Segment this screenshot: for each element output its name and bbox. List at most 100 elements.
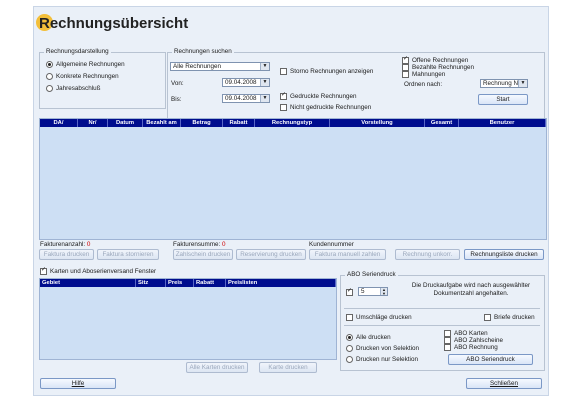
radio-indicator[interactable] bbox=[46, 73, 53, 80]
von-date-select[interactable]: 09.04.2008 ▼ bbox=[222, 78, 270, 87]
column-header[interactable]: Rabatt bbox=[194, 279, 226, 287]
drucken-nur-selektion-label: Drucken nur Selektion bbox=[356, 356, 418, 364]
abo-rechnung-checkbox[interactable]: ABO Rechnung bbox=[444, 344, 498, 351]
chevron-down-icon[interactable]: ▼ bbox=[260, 95, 269, 102]
rechnungstyp-select[interactable]: Alle Rechnungen ▼ bbox=[170, 62, 270, 71]
column-header[interactable]: Gebiet bbox=[40, 279, 136, 287]
abo-count-value: 5 bbox=[361, 288, 365, 295]
radio-indicator[interactable] bbox=[346, 334, 353, 341]
bis-date-value: 09.04.2008 bbox=[225, 95, 257, 102]
radio-indicator[interactable] bbox=[46, 61, 53, 68]
column-header[interactable]: Preislisten bbox=[226, 279, 336, 287]
checkbox-indicator[interactable] bbox=[402, 57, 409, 64]
checkbox-indicator[interactable] bbox=[444, 337, 451, 344]
kundennummer-label: Kundennummer bbox=[309, 241, 354, 248]
column-header[interactable]: Rabatt bbox=[223, 119, 255, 127]
chevron-down-icon[interactable]: ▼ bbox=[518, 80, 527, 87]
bis-label: Bis: bbox=[171, 96, 182, 103]
checkbox-indicator[interactable] bbox=[444, 330, 451, 337]
rechnungsuebersicht-window: Rechnungsübersicht Rechnungsdarstellung … bbox=[33, 6, 549, 396]
rechnung-unkorr-button[interactable]: Rechnung unkorr. bbox=[395, 249, 460, 260]
alle-karten-drucken-button[interactable]: Alle Karten drucken bbox=[186, 362, 248, 373]
checkbox-indicator[interactable] bbox=[280, 93, 287, 100]
storno-label: Storno Rechnungen anzeigen bbox=[290, 68, 374, 76]
column-header[interactable]: Nr/ bbox=[78, 119, 108, 127]
radio-drucken-nur-selektion[interactable]: Drucken nur Selektion bbox=[346, 356, 418, 363]
briefe-label: Briefe drucken bbox=[494, 314, 535, 322]
checkbox-indicator[interactable] bbox=[484, 314, 491, 321]
radio-indicator[interactable] bbox=[46, 85, 53, 92]
start-button[interactable]: Start bbox=[478, 94, 528, 105]
fakturenanzahl-label: Fakturenanzahl: bbox=[40, 241, 86, 248]
abo-rechnung-label: ABO Rechnung bbox=[454, 344, 498, 352]
radio-drucken-von-selektion[interactable]: Drucken von Selektion bbox=[346, 345, 419, 352]
checkbox-indicator[interactable] bbox=[40, 268, 47, 275]
ordnen-select-value: Rechnung Nr. bbox=[483, 80, 522, 87]
chevron-down-icon[interactable]: ▼ bbox=[260, 79, 269, 86]
gedruckte-label: Gedruckte Rechnungen bbox=[290, 93, 357, 101]
rechnungsliste-drucken-button[interactable]: Rechnungsliste drucken bbox=[464, 249, 544, 260]
abo-seriendruck-button[interactable]: ABO Seriendruck bbox=[448, 354, 533, 365]
radio-jahresabschluss[interactable]: Jahresabschluß bbox=[46, 85, 100, 92]
radio-konkrete-label: Konkrete Rechnungen bbox=[56, 73, 119, 81]
column-header[interactable]: Betrag bbox=[181, 119, 223, 127]
abo-seriendruck-group: ABO Seriendruck 5 ▲▼ Die Druckaufgabe wi… bbox=[340, 271, 545, 371]
radio-indicator[interactable] bbox=[346, 356, 353, 363]
column-header[interactable]: Rechnungstyp bbox=[255, 119, 330, 127]
reservierung-drucken-button[interactable]: Reservierung drucken bbox=[236, 249, 306, 260]
column-header[interactable]: Gesamt bbox=[425, 119, 459, 127]
rechnungsdarstellung-group: Rechnungsdarstellung Allgemeine Rechnung… bbox=[39, 48, 166, 109]
nicht-gedruckte-label: Nicht gedruckte Rechnungen bbox=[290, 104, 372, 112]
radio-konkrete[interactable]: Konkrete Rechnungen bbox=[46, 73, 119, 80]
umschlaege-checkbox[interactable]: Umschläge drucken bbox=[346, 314, 412, 321]
column-header[interactable]: Preis bbox=[166, 279, 194, 287]
karte-drucken-button[interactable]: Karte drucken bbox=[259, 362, 317, 373]
radio-allgemeine-label: Allgemeine Rechnungen bbox=[56, 61, 125, 69]
checkbox-indicator[interactable] bbox=[280, 104, 287, 111]
ordnen-select[interactable]: Rechnung Nr. ▼ bbox=[480, 79, 528, 88]
radio-alle-drucken[interactable]: Alle drucken bbox=[346, 334, 391, 341]
abo-info-text: Die Druckaufgabe wird nach ausgewählter … bbox=[411, 282, 531, 297]
faktura-manuell-zahlen-button[interactable]: Faktura manuell zahlen bbox=[309, 249, 386, 260]
storno-checkbox[interactable]: Storno Rechnungen anzeigen bbox=[280, 68, 373, 75]
nicht-gedruckte-checkbox[interactable]: Nicht gedruckte Rechnungen bbox=[280, 104, 371, 111]
checkbox-indicator[interactable] bbox=[402, 64, 409, 71]
rechnungsdarstellung-legend: Rechnungsdarstellung bbox=[44, 48, 111, 55]
checkbox-indicator[interactable] bbox=[280, 68, 287, 75]
rechnungen-table[interactable]: DA/ Nr/ Datum Bezahlt am Betrag Rabatt R… bbox=[39, 118, 547, 240]
column-header[interactable]: DA/ bbox=[40, 119, 78, 127]
von-date-value: 09.04.2008 bbox=[225, 79, 257, 86]
checkbox-indicator[interactable] bbox=[346, 314, 353, 321]
alle-drucken-label: Alle drucken bbox=[356, 334, 391, 342]
chevron-down-icon[interactable]: ▼ bbox=[260, 63, 269, 70]
schliessen-button[interactable]: Schließen bbox=[466, 378, 542, 389]
divider bbox=[344, 325, 540, 326]
radio-allgemeine[interactable]: Allgemeine Rechnungen bbox=[46, 61, 125, 68]
stepper-arrows-icon[interactable]: ▲ ▼ bbox=[380, 288, 387, 295]
briefe-checkbox[interactable]: Briefe drucken bbox=[484, 314, 535, 321]
column-header[interactable]: Benutzer bbox=[459, 119, 546, 127]
column-header[interactable]: Datum bbox=[108, 119, 143, 127]
abo-count-checkbox[interactable] bbox=[346, 289, 353, 296]
mahnungen-checkbox[interactable]: Mahnungen bbox=[402, 71, 445, 78]
abo-count-stepper[interactable]: 5 ▲ ▼ bbox=[358, 287, 388, 296]
rechnungen-table-header: DA/ Nr/ Datum Bezahlt am Betrag Rabatt R… bbox=[40, 119, 546, 127]
radio-indicator[interactable] bbox=[346, 345, 353, 352]
drucken-von-selektion-label: Drucken von Selektion bbox=[356, 345, 420, 353]
hilfe-button[interactable]: Hilfe bbox=[40, 378, 116, 389]
bis-date-select[interactable]: 09.04.2008 ▼ bbox=[222, 94, 270, 103]
faktura-stornieren-button[interactable]: Faktura stornieren bbox=[97, 249, 159, 260]
umschlaege-label: Umschläge drucken bbox=[356, 314, 412, 322]
karten-table[interactable]: Gebiet Sitz Preis Rabatt Preislisten bbox=[39, 278, 337, 360]
checkbox-indicator[interactable] bbox=[402, 71, 409, 78]
karten-table-header: Gebiet Sitz Preis Rabatt Preislisten bbox=[40, 279, 336, 287]
zahlschein-drucken-button[interactable]: Zahlschein drucken bbox=[173, 249, 233, 260]
column-header[interactable]: Sitz bbox=[136, 279, 166, 287]
gedruckte-checkbox[interactable]: Gedruckte Rechnungen bbox=[280, 93, 357, 100]
checkbox-indicator[interactable] bbox=[444, 344, 451, 351]
von-label: Von: bbox=[171, 80, 184, 87]
column-header[interactable]: Vorstellung bbox=[330, 119, 425, 127]
faktura-drucken-button[interactable]: Faktura drucken bbox=[39, 249, 94, 260]
karten-checkbox[interactable]: Karten und Aboserienversand Fenster bbox=[40, 268, 156, 275]
column-header[interactable]: Bezahlt am bbox=[143, 119, 181, 127]
